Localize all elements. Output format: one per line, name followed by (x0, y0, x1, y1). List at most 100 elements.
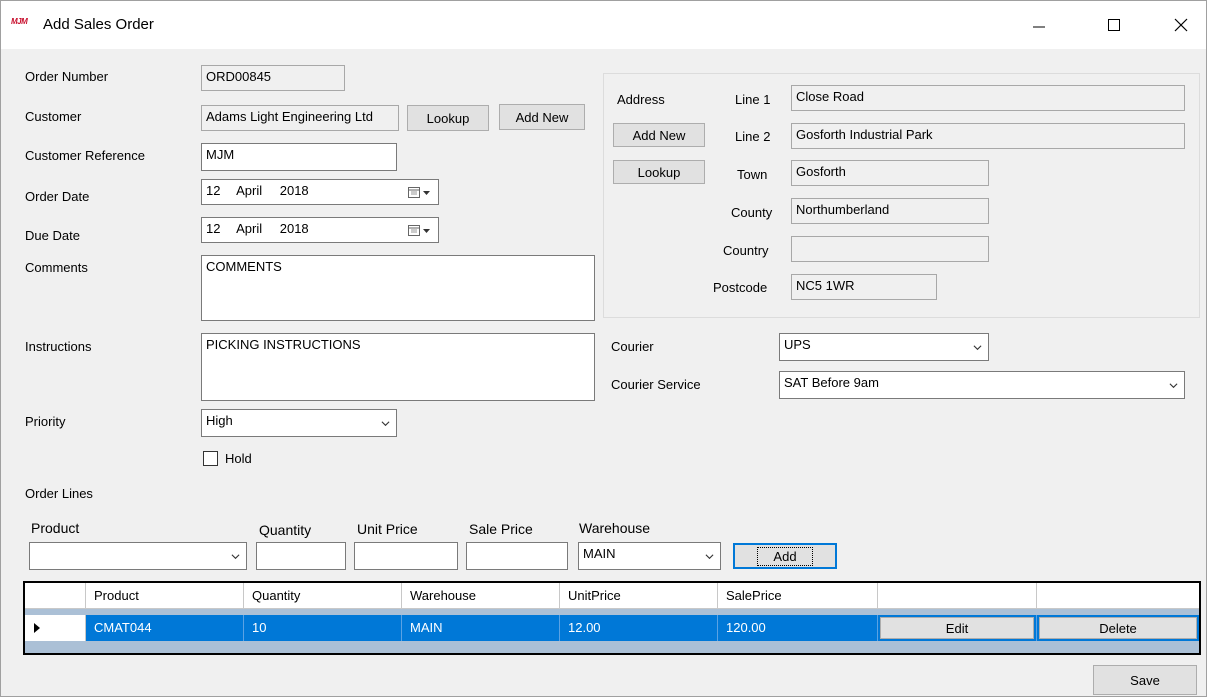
country-field[interactable] (791, 236, 989, 262)
country-label: Country (723, 243, 769, 258)
maximize-icon (1108, 19, 1120, 31)
save-label: Save (1130, 672, 1160, 688)
cell-product[interactable]: CMAT044 (86, 615, 244, 641)
customer-add-new-label: Add New (515, 109, 569, 125)
add-line-label: Add (757, 546, 813, 566)
sale-price-label: Sale Price (469, 521, 533, 537)
calendar-dropdown-icon (408, 187, 430, 198)
unit-price-input[interactable] (354, 542, 458, 570)
due-date-month: April (236, 221, 263, 236)
chevron-down-icon (1169, 383, 1178, 389)
order-date-year: 2018 (279, 183, 309, 198)
quantity-input[interactable] (256, 542, 346, 570)
column-header-product[interactable]: Product (86, 583, 244, 609)
order-date-month: April (236, 183, 263, 198)
close-icon (1174, 18, 1188, 32)
order-number-label: Order Number (25, 69, 109, 84)
hold-checkbox[interactable] (203, 451, 218, 466)
cell-unit-price[interactable]: 12.00 (560, 615, 718, 641)
order-number-field[interactable]: ORD00845 (201, 65, 345, 91)
customer-lookup-label: Lookup (426, 110, 470, 126)
customer-field[interactable]: Adams Light Engineering Ltd (201, 105, 399, 131)
cell-warehouse[interactable]: MAIN (402, 615, 560, 641)
due-date-picker[interactable]: 12 April 2018 (201, 217, 439, 243)
town-label: Town (737, 167, 768, 182)
column-header-delete (1037, 583, 1199, 609)
order-date-label: Order Date (25, 189, 90, 204)
warehouse-value: MAIN (583, 546, 616, 561)
due-date-year: 2018 (279, 221, 309, 236)
address-add-new-label: Add New (632, 127, 686, 143)
delete-row-label: Delete (1039, 617, 1197, 639)
save-button[interactable]: Save (1093, 665, 1197, 695)
order-lines-label: Order Lines (25, 486, 93, 501)
order-date-day: 12 (206, 183, 221, 198)
window-title: Add Sales Order (43, 16, 154, 33)
order-date-picker[interactable]: 12 April 2018 (201, 179, 439, 205)
courier-label: Courier (611, 339, 654, 354)
cell-sale-price[interactable]: 120.00 (718, 615, 878, 641)
courier-value: UPS (784, 337, 811, 352)
chevron-down-icon (705, 554, 714, 560)
column-header-unit-price[interactable]: UnitPrice (560, 583, 718, 609)
line2-field[interactable]: Gosforth Industrial Park (791, 123, 1185, 149)
warehouse-label: Warehouse (579, 520, 651, 536)
warehouse-select[interactable]: MAIN (578, 542, 721, 570)
column-header-quantity[interactable]: Quantity (244, 583, 402, 609)
due-date-label: Due Date (25, 228, 80, 243)
courier-service-value: SAT Before 9am (784, 375, 879, 390)
customer-lookup-button[interactable]: Lookup (407, 105, 489, 131)
delete-row-button[interactable]: Delete (1037, 615, 1199, 641)
hold-label: Hold (225, 451, 252, 466)
line1-field[interactable]: Close Road (791, 85, 1185, 111)
grid-corner (25, 583, 86, 609)
minimize-icon (1033, 26, 1045, 28)
chevron-down-icon (231, 554, 240, 560)
priority-select[interactable]: High (201, 409, 397, 437)
title-bar[interactable]: MJM Add Sales Order (1, 1, 1206, 49)
instructions-textarea[interactable]: PICKING INSTRUCTIONS (201, 333, 595, 401)
due-date-day: 12 (206, 221, 221, 236)
courier-service-select[interactable]: SAT Before 9am (779, 371, 1185, 399)
comments-textarea[interactable]: COMMENTS (201, 255, 595, 321)
row-pointer-icon (34, 623, 40, 633)
product-label: Product (31, 520, 80, 536)
sale-price-input[interactable] (466, 542, 568, 570)
county-label: County (731, 205, 773, 220)
row-header[interactable] (25, 615, 86, 641)
address-add-new-button[interactable]: Add New (613, 123, 705, 147)
courier-select[interactable]: UPS (779, 333, 989, 361)
column-header-warehouse[interactable]: Warehouse (402, 583, 560, 609)
address-lookup-button[interactable]: Lookup (613, 160, 705, 184)
postcode-label: Postcode (713, 280, 768, 295)
edit-row-button[interactable]: Edit (878, 615, 1037, 641)
customer-reference-input[interactable]: MJM (201, 143, 397, 171)
customer-reference-label: Customer Reference (25, 148, 145, 163)
table-row[interactable]: CMAT044 10 MAIN 12.00 120.00 Edit Delete (25, 615, 1199, 641)
cell-quantity[interactable]: 10 (244, 615, 402, 641)
county-field[interactable]: Northumberland (791, 198, 989, 224)
chevron-down-icon (973, 345, 982, 351)
quantity-label: Quantity (259, 522, 312, 538)
customer-label: Customer (25, 109, 82, 124)
town-field[interactable]: Gosforth (791, 160, 989, 186)
column-header-sale-price[interactable]: SalePrice (718, 583, 878, 609)
add-line-button[interactable]: Add (733, 543, 837, 569)
product-select[interactable] (29, 542, 247, 570)
calendar-dropdown-icon (408, 225, 430, 236)
grid-header-row: Product Quantity Warehouse UnitPrice Sal… (25, 583, 1199, 609)
priority-label: Priority (25, 414, 66, 429)
address-label: Address (617, 92, 665, 107)
chevron-down-icon (381, 421, 390, 427)
customer-add-new-button[interactable]: Add New (499, 104, 585, 130)
unit-price-label: Unit Price (357, 521, 418, 537)
close-button[interactable] (1153, 1, 1207, 49)
comments-label: Comments (25, 260, 88, 275)
line1-label: Line 1 (735, 92, 771, 107)
maximize-button[interactable] (1086, 1, 1142, 49)
instructions-label: Instructions (25, 339, 92, 354)
column-header-edit (878, 583, 1037, 609)
postcode-field[interactable]: NC5 1WR (791, 274, 937, 300)
minimize-button[interactable] (1011, 1, 1067, 49)
order-lines-grid: Product Quantity Warehouse UnitPrice Sal… (23, 581, 1201, 655)
